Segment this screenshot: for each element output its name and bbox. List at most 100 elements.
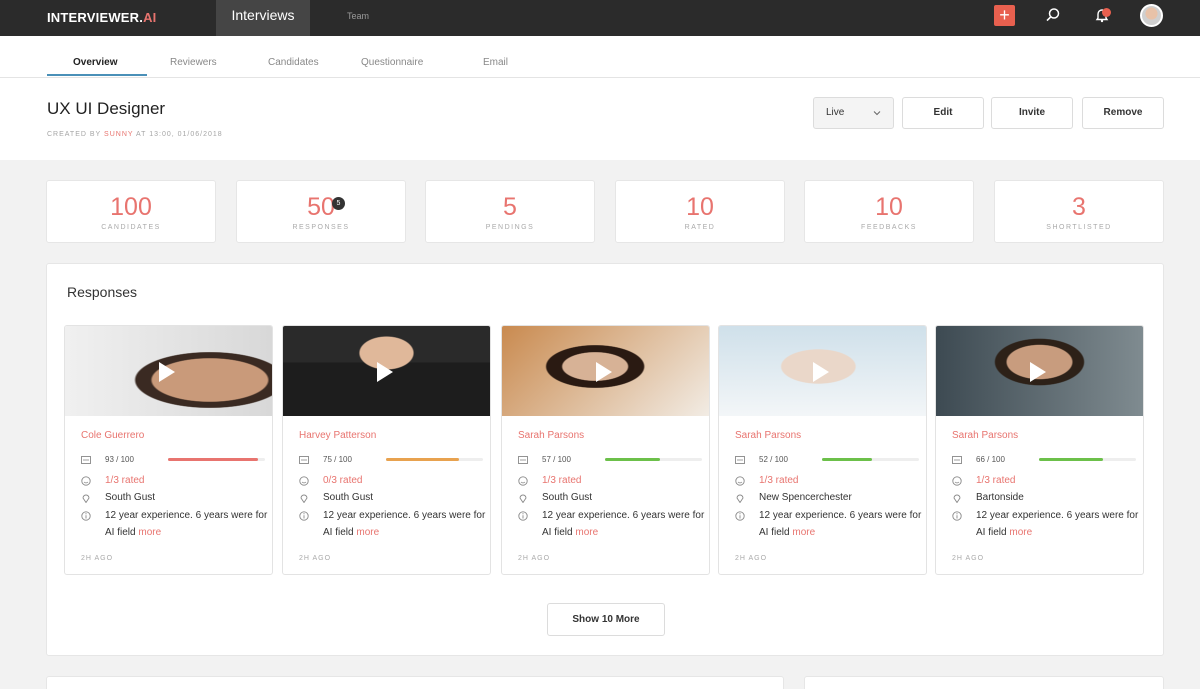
scorecard-icon — [81, 455, 91, 465]
play-icon[interactable] — [159, 362, 175, 382]
search-icon[interactable] — [1045, 7, 1061, 23]
info-icon — [299, 511, 309, 521]
tab-candidates[interactable]: Candidates — [268, 57, 319, 68]
score-text: 66 / 100 — [976, 455, 1005, 464]
play-icon[interactable] — [377, 362, 393, 382]
more-link[interactable]: more — [1009, 527, 1032, 538]
app-logo[interactable]: INTERVIEWER.AI — [47, 10, 156, 25]
stat-rated[interactable]: 10 RATED — [615, 180, 785, 243]
response-card[interactable]: Cole Guerrero 93 / 100 1/3 rated South Gust… — [64, 325, 273, 575]
rated-text[interactable]: 1/3 rated — [976, 475, 1015, 486]
location-pin-icon — [299, 493, 309, 504]
user-avatar[interactable] — [1140, 4, 1163, 27]
description-text: 12 year experience. 6 years were for AI … — [105, 507, 272, 541]
play-icon[interactable] — [1030, 362, 1046, 382]
stat-responses[interactable]: 50 RESPONSES 5 — [236, 180, 406, 243]
page-header: UX UI Designer CREATED BY SUNNY AT 13:00… — [0, 78, 1200, 160]
responses-panel: Responses Cole Guerrero 93 / 100 1/3 rated… — [46, 263, 1164, 656]
more-link[interactable]: more — [356, 527, 379, 538]
stat-candidates[interactable]: 100 CANDIDATES — [46, 180, 216, 243]
video-thumbnail[interactable] — [502, 326, 709, 416]
show-more-button[interactable]: Show 10 More — [547, 603, 665, 636]
top-bar: INTERVIEWER.AI Interviews Team + — [0, 0, 1200, 36]
invite-button[interactable]: Invite — [991, 97, 1073, 129]
tab-reviewers[interactable]: Reviewers — [170, 57, 217, 68]
candidate-name[interactable]: Harvey Patterson — [299, 430, 376, 441]
score-bar — [1039, 458, 1136, 461]
video-thumbnail[interactable] — [65, 326, 272, 416]
nav-team[interactable]: Team — [347, 11, 369, 21]
play-icon[interactable] — [813, 362, 829, 382]
stat-pendings[interactable]: 5 PENDINGS — [425, 180, 595, 243]
score-row: 93 / 100 — [81, 454, 265, 466]
smile-icon — [299, 476, 309, 486]
status-select-value: Live — [826, 107, 845, 118]
stat-value: 3 — [1072, 193, 1086, 221]
video-thumbnail[interactable] — [936, 326, 1143, 416]
more-link[interactable]: more — [792, 527, 815, 538]
response-card[interactable]: Sarah Parsons 57 / 100 1/3 rated South Gust… — [501, 325, 710, 575]
location-pin-icon — [952, 493, 962, 504]
tab-overview[interactable]: Overview — [73, 57, 117, 68]
candidate-name[interactable]: Sarah Parsons — [518, 430, 584, 441]
plus-icon: + — [999, 5, 1010, 25]
scorecard-icon — [299, 455, 309, 465]
info-icon — [81, 511, 91, 521]
stat-label: RESPONSES — [292, 224, 350, 231]
new-responses-badge: 5 — [332, 197, 345, 210]
play-icon[interactable] — [596, 362, 612, 382]
score-bar-fill — [1039, 458, 1104, 461]
location-text: Bartonside — [976, 492, 1024, 503]
time-ago: 2H AGO — [518, 555, 551, 562]
logo-ai: AI — [143, 10, 157, 25]
time-ago: 2H AGO — [952, 555, 985, 562]
tab-email[interactable]: Email — [483, 57, 508, 68]
stat-shortlisted[interactable]: 3 SHORTLISTED — [994, 180, 1164, 243]
score-bar — [386, 458, 483, 461]
created-by[interactable]: SUNNY — [104, 131, 133, 138]
info-icon — [735, 511, 745, 521]
video-thumbnail[interactable] — [283, 326, 490, 416]
description-body: 12 year experience. 6 years were for AI … — [759, 510, 922, 538]
rated-text[interactable]: 1/3 rated — [542, 475, 581, 486]
rated-text[interactable]: 0/3 rated — [323, 475, 362, 486]
score-bar — [822, 458, 919, 461]
edit-button[interactable]: Edit — [902, 97, 984, 129]
info-icon — [952, 511, 962, 521]
candidate-name[interactable]: Sarah Parsons — [952, 430, 1018, 441]
candidate-name[interactable]: Sarah Parsons — [735, 430, 801, 441]
score-text: 52 / 100 — [759, 455, 788, 464]
location-pin-icon — [518, 493, 528, 504]
stat-value: 5 — [503, 193, 517, 221]
score-text: 75 / 100 — [323, 455, 352, 464]
more-link[interactable]: more — [138, 527, 161, 538]
response-card[interactable]: Sarah Parsons 66 / 100 1/3 rated Bartonside… — [935, 325, 1144, 575]
candidate-name[interactable]: Cole Guerrero — [81, 430, 144, 441]
more-link[interactable]: more — [575, 527, 598, 538]
time-ago: 2H AGO — [735, 555, 768, 562]
remove-button[interactable]: Remove — [1082, 97, 1164, 129]
response-card[interactable]: Sarah Parsons 52 / 100 1/3 rated New Spence… — [718, 325, 927, 575]
score-bar-fill — [605, 458, 661, 461]
rated-text[interactable]: 1/3 rated — [105, 475, 144, 486]
stat-label: SHORTLISTED — [1046, 224, 1112, 231]
location-pin-icon — [81, 493, 91, 504]
description-text: 12 year experience. 6 years were for AI … — [542, 507, 709, 541]
notification-badge — [1102, 8, 1111, 17]
smile-icon — [81, 476, 91, 486]
tab-bar: Overview Reviewers Candidates Questionna… — [0, 36, 1200, 78]
add-button[interactable]: + — [994, 5, 1015, 26]
tab-questionnaire[interactable]: Questionnaire — [361, 57, 423, 68]
bottom-panel-right — [804, 676, 1164, 689]
status-select[interactable]: Live — [813, 97, 894, 129]
video-thumbnail[interactable] — [719, 326, 926, 416]
stat-value: 50 — [307, 193, 335, 221]
score-row: 57 / 100 — [518, 454, 702, 466]
nav-interviews[interactable]: Interviews — [216, 0, 310, 36]
score-row: 66 / 100 — [952, 454, 1136, 466]
bottom-panel-left — [46, 676, 784, 689]
response-card[interactable]: Harvey Patterson 75 / 100 0/3 rated South G… — [282, 325, 491, 575]
stat-feedbacks[interactable]: 10 FEEDBACKS — [804, 180, 974, 243]
description-text: 12 year experience. 6 years were for AI … — [323, 507, 490, 541]
rated-text[interactable]: 1/3 rated — [759, 475, 798, 486]
